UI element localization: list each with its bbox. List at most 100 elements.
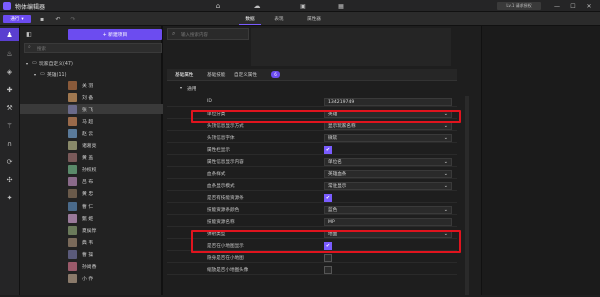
grid-icon[interactable]: ▦ <box>336 1 346 11</box>
property-checkbox[interactable] <box>324 254 332 262</box>
props-tab-bar: 基础属性 基础技能 自定义属性 6 <box>167 69 457 81</box>
collapse-icon[interactable]: ◧ <box>24 29 34 39</box>
props-group-header[interactable]: ▾ 通用 <box>167 84 457 93</box>
puzzle-icon[interactable]: ✚ <box>0 84 19 96</box>
props-search-input[interactable]: ⌕ 输入搜索内容 <box>167 28 249 40</box>
property-label: 血条显示模式 <box>207 184 235 189</box>
property-select[interactable]: 显示玩家名称 ⌄ <box>324 122 452 130</box>
property-checkbox[interactable]: ✔ <box>324 146 332 154</box>
tree-item[interactable]: 马 超♟ <box>20 116 170 126</box>
property-label: 血条样式 <box>207 172 226 177</box>
search-icon: ⌕ <box>172 30 176 37</box>
tree-item[interactable]: 曹 仁♟ <box>20 201 170 211</box>
window-title: 物体编辑器 <box>15 4 46 11</box>
tab-basic-attributes[interactable]: 基础属性 <box>175 72 193 78</box>
redo-icon[interactable]: ↷ <box>69 15 77 23</box>
maximize-button[interactable]: ☐ <box>568 1 578 11</box>
props-rows: ID 134219749 单位分类 英雄 ⌄ 头顶信息显示方式 显示玩家名称 ⌄ 头顶信息字体微… <box>167 97 457 297</box>
property-label: 是否有技能资源条 <box>207 196 244 201</box>
user-badge[interactable]: Lv.1 请求授权 <box>497 2 541 10</box>
tree-item[interactable]: 孙权权♟ <box>20 165 170 175</box>
property-input[interactable]: MP <box>324 218 452 226</box>
tree-item-name: 甄 姬 <box>82 216 94 222</box>
cloud-icon[interactable]: ☁ <box>252 1 262 11</box>
tree-item[interactable]: 小 乔♟ <box>20 274 170 284</box>
tree-item[interactable]: 黄 盖♟ <box>20 153 170 163</box>
save-icon[interactable]: ▪ <box>38 15 46 23</box>
chevron-down-icon: ⌄ <box>443 123 448 129</box>
star-icon[interactable]: ✦ <box>0 192 19 204</box>
wrench-icon[interactable]: ✣ <box>0 174 19 186</box>
property-value: 蓝色 <box>328 208 338 213</box>
property-value: 单位名 <box>328 160 342 165</box>
tree-item[interactable]: 刘 备♟ <box>20 92 170 102</box>
chevron-down-icon: ⌄ <box>443 207 448 213</box>
tree-item[interactable]: 孙尚香♟ <box>20 262 170 272</box>
flame-icon[interactable]: ♨ <box>0 48 19 60</box>
preview-area <box>251 28 451 66</box>
property-checkbox[interactable]: ✔ <box>324 194 332 202</box>
tree-item[interactable]: 赵 云♟ <box>20 128 170 138</box>
mode-dropdown[interactable]: 通行 ▾ <box>3 15 31 23</box>
tree-item-name: 马 超 <box>82 119 94 125</box>
props-search-placeholder: 输入搜索内容 <box>181 33 208 38</box>
tree-item[interactable]: 夏侯惇♟ <box>20 225 170 235</box>
undo-icon[interactable]: ↶ <box>54 15 62 23</box>
tree-item[interactable]: 吕 布♟ <box>20 177 170 187</box>
tab-custom-attributes[interactable]: 自定义属性 <box>234 72 257 78</box>
tree-item[interactable]: 张 飞♟ <box>20 104 170 115</box>
tab-data[interactable]: 数据 <box>239 13 261 25</box>
tree-root-node[interactable]: ▾ ▭ 玩家自定义(47) <box>20 58 163 68</box>
property-input[interactable]: 134219749 <box>324 98 452 106</box>
cube-icon[interactable]: ◈ <box>0 66 19 78</box>
wand-icon[interactable]: ⚚ <box>0 120 19 132</box>
property-select[interactable]: 蓝色 ⌄ <box>324 206 452 214</box>
highlight-unit-category <box>191 110 461 123</box>
tree-item-name: 黄 盖 <box>82 156 94 162</box>
avatar <box>68 274 77 284</box>
chevron-down-icon: ⌄ <box>443 183 448 189</box>
property-select[interactable]: 常驻显示 ⌄ <box>324 182 452 190</box>
property-select[interactable]: 英雄血条 ⌄ <box>324 170 452 178</box>
property-row: 血条样式 英雄血条 ⌄ <box>167 169 457 179</box>
property-row: 属性信息显示内容 单位名 ⌄ <box>167 157 457 167</box>
tab-appearance[interactable]: 表现 <box>268 13 290 25</box>
chevron-down-icon: ▾ <box>26 60 29 66</box>
minimize-button[interactable]: — <box>552 1 562 11</box>
unit-icon[interactable]: ♟ <box>0 28 19 41</box>
tree-item-name: 典 韦 <box>82 240 94 246</box>
refresh-icon[interactable]: ⟳ <box>0 156 19 168</box>
tree-folder-node[interactable]: ▾ ▭ 英雄(11) <box>20 69 163 79</box>
property-row: 缩放是否小地图头像 <box>167 265 457 275</box>
tree-item[interactable]: 关 羽♟ <box>20 80 170 90</box>
property-checkbox[interactable] <box>324 266 332 274</box>
tree-item[interactable]: 诸葛亮♟ <box>20 141 170 151</box>
tree-search-input[interactable]: ⌕ 搜索 <box>24 43 162 53</box>
props-group-label: 通用 <box>187 87 197 92</box>
property-select[interactable]: 微软 ⌄ <box>324 134 452 142</box>
property-label: 属性栏显示 <box>207 148 230 153</box>
tree-item[interactable]: 曹 操♟ <box>20 249 170 259</box>
tab-attributes[interactable]: 属性器 <box>301 13 327 25</box>
box-icon[interactable]: ▣ <box>298 1 308 11</box>
avatar <box>68 189 77 199</box>
tree-item[interactable]: 典 韦♟ <box>20 237 170 247</box>
magnet-icon[interactable]: ∩ <box>0 138 19 150</box>
tree-item-name: 孙尚香 <box>82 265 97 270</box>
property-label: 隐身是否在小地图 <box>207 256 244 261</box>
property-select[interactable]: 单位名 ⌄ <box>324 158 452 166</box>
close-button[interactable]: ✕ <box>584 1 594 11</box>
tree-item-name: 黄 忠 <box>82 192 94 198</box>
property-value: 英雄血条 <box>328 172 347 177</box>
tab-basic-skills[interactable]: 基础技能 <box>207 72 225 78</box>
chevron-down-icon: ⌄ <box>443 171 448 177</box>
props-scrollbar[interactable] <box>465 96 469 295</box>
tree-item-name: 小 乔 <box>82 277 94 283</box>
pickaxe-icon[interactable]: ⚒ <box>0 102 19 114</box>
property-value: 显示玩家名称 <box>328 124 356 129</box>
new-item-button[interactable]: + 新建项目 <box>68 29 162 40</box>
home-icon[interactable]: ⌂ <box>213 1 223 11</box>
tree-item[interactable]: 甄 姬♟ <box>20 213 170 223</box>
avatar <box>68 177 77 187</box>
tree-item[interactable]: 黄 忠♟ <box>20 189 170 199</box>
